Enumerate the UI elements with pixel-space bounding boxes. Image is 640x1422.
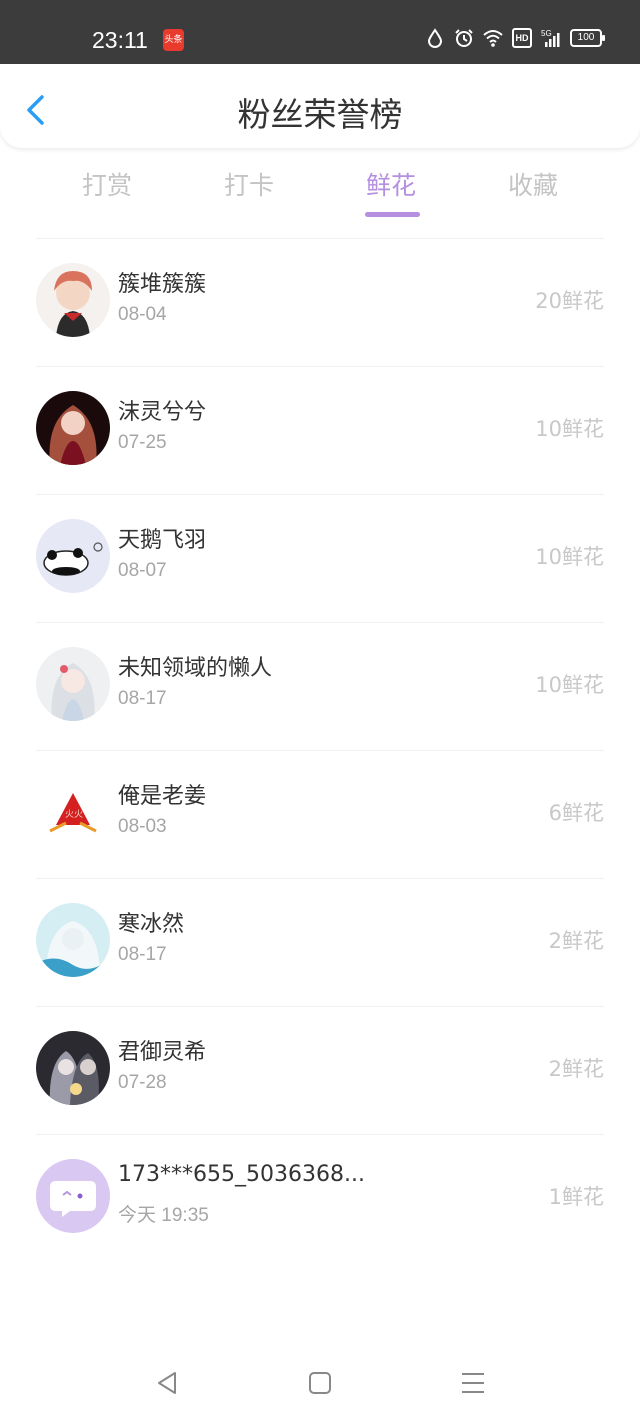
flower-count: 10鲜花 (535, 673, 604, 697)
flower-count: 2鲜花 (548, 929, 604, 953)
tab-bar: 打赏 打卡 鲜花 收藏 (36, 166, 604, 224)
hd-icon: HD (512, 28, 532, 48)
fan-date: 08-03 (118, 816, 167, 837)
fan-list: 簇堆簇簇 08-04 20鲜花 沫灵兮兮 07-25 10鲜花 天鹅飞羽 08-… (36, 238, 604, 1262)
wifi-icon (483, 30, 503, 47)
fan-name: 俺是老姜 (118, 784, 207, 809)
tab-checkin[interactable]: 打卡 (178, 166, 320, 202)
fan-row[interactable]: 寒冰然 08-17 2鲜花 (36, 878, 604, 1006)
menu-lines-icon[interactable] (458, 1368, 488, 1398)
status-bar: 23:11 头条 HD 5G 100 (0, 0, 640, 64)
svg-text:火火: 火火 (65, 809, 83, 820)
avatar[interactable] (36, 647, 110, 721)
tab-flowers-label: 鲜花 (365, 171, 416, 200)
fan-row[interactable]: 沫灵兮兮 07-25 10鲜花 (36, 366, 604, 494)
fan-row[interactable]: 簇堆簇簇 08-04 20鲜花 (36, 238, 604, 366)
fan-date: 07-28 (118, 1072, 167, 1093)
active-tab-indicator (365, 212, 420, 217)
page-title: 粉丝荣誉榜 (237, 95, 403, 134)
fan-row[interactable]: 未知领域的懒人 08-17 10鲜花 (36, 622, 604, 750)
avatar[interactable] (36, 391, 110, 465)
tab-reward[interactable]: 打赏 (36, 166, 178, 202)
fan-date: 今天 19:35 (118, 1205, 209, 1226)
svg-text:5G: 5G (541, 29, 552, 38)
fan-date: 08-07 (118, 560, 167, 581)
flower-count: 6鲜花 (548, 801, 604, 825)
fan-name: 寒冰然 (118, 912, 185, 937)
fan-name: 未知领域的懒人 (118, 656, 273, 681)
avatar[interactable] (36, 1159, 110, 1233)
alarm-icon (455, 29, 473, 47)
fan-row[interactable]: 173***655_5036368... 今天 19:35 1鲜花 (36, 1134, 604, 1262)
battery-icon: 100 (570, 29, 605, 47)
flower-count: 10鲜花 (535, 417, 604, 441)
status-time: 23:11 (92, 27, 148, 53)
fan-name: 簇堆簇簇 (118, 272, 207, 297)
avatar[interactable] (36, 519, 110, 593)
fan-name: 天鹅飞羽 (118, 528, 207, 553)
fan-date: 08-04 (118, 304, 167, 325)
fan-row[interactable]: 火火 俺是老姜 08-03 6鲜花 (36, 750, 604, 878)
avatar[interactable] (36, 263, 110, 337)
avatar[interactable] (36, 903, 110, 977)
fan-date: 08-17 (118, 688, 167, 709)
home-square-icon[interactable] (305, 1368, 335, 1398)
fan-date: 07-25 (118, 432, 167, 453)
news-app-icon: 头条 (163, 29, 184, 51)
flower-count: 2鲜花 (548, 1057, 604, 1081)
flower-count: 1鲜花 (548, 1185, 604, 1209)
5g-signal-icon: 5G (541, 29, 560, 47)
fan-name: 173***655_5036368... (118, 1162, 365, 1187)
flower-count: 10鲜花 (535, 545, 604, 569)
fan-name: 君御灵希 (118, 1040, 207, 1065)
fan-date: 08-17 (118, 944, 167, 965)
fan-name: 沫灵兮兮 (118, 400, 207, 425)
flower-count: 20鲜花 (535, 289, 604, 313)
tab-flowers[interactable]: 鲜花 (320, 166, 462, 217)
header: 粉丝荣誉榜 (0, 64, 640, 148)
status-icons: HD 5G 100 (425, 28, 605, 48)
fan-row[interactable]: 君御灵希 07-28 2鲜花 (36, 1006, 604, 1134)
tab-favorites[interactable]: 收藏 (462, 166, 604, 202)
system-nav-bar (0, 1356, 640, 1422)
water-drop-icon (427, 28, 443, 48)
back-triangle-icon[interactable] (153, 1368, 183, 1398)
avatar[interactable] (36, 1031, 110, 1105)
avatar[interactable]: 火火 (36, 775, 110, 849)
fan-row[interactable]: 天鹅飞羽 08-07 10鲜花 (36, 494, 604, 622)
